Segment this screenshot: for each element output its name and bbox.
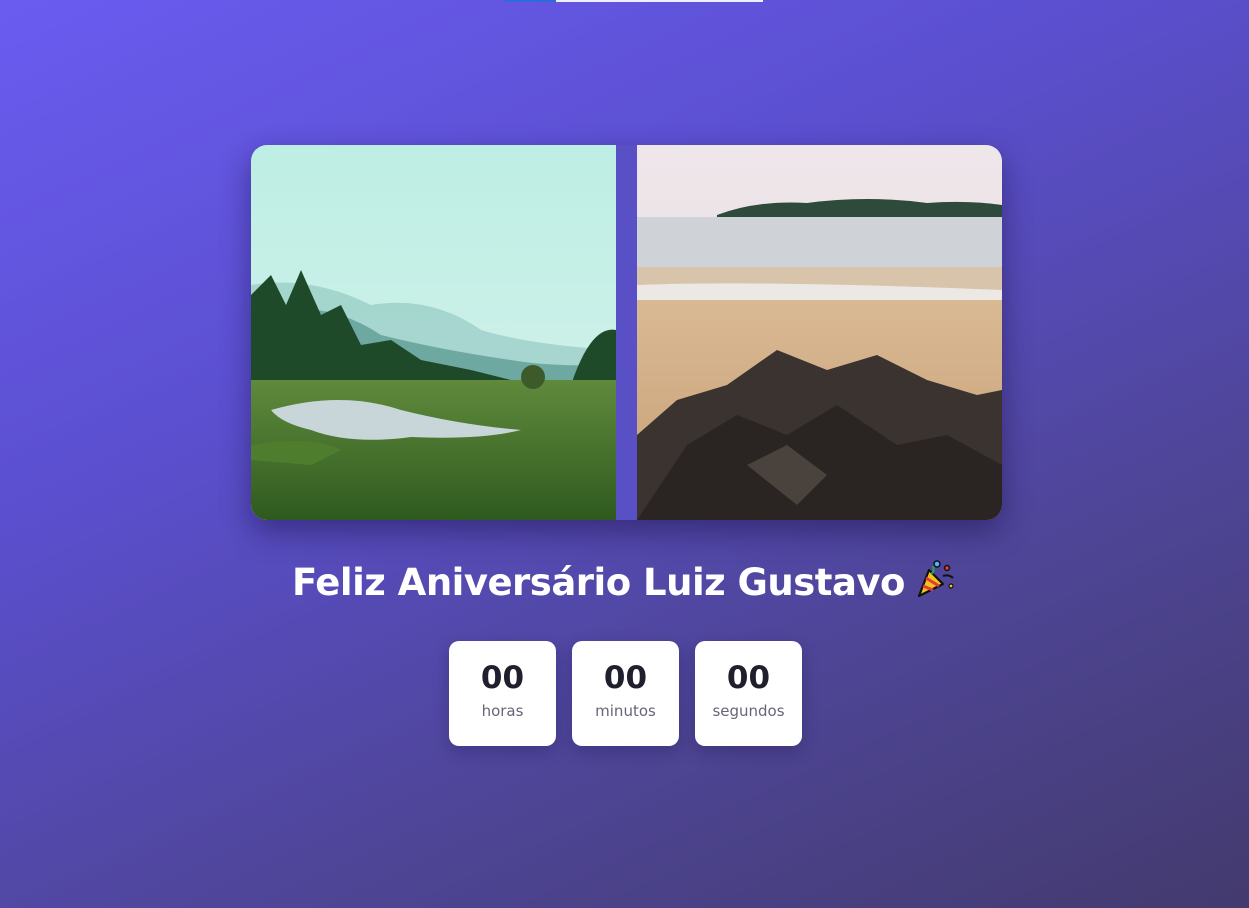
photo-gallery <box>251 145 1002 520</box>
countdown-seconds: 00 segundos <box>695 641 802 746</box>
progress-segment-track <box>556 0 763 2</box>
photo-divider <box>616 145 637 520</box>
headline-text: Feliz Aniversário Luiz Gustavo <box>292 561 905 604</box>
forest-river-photo <box>251 145 616 520</box>
minutes-label: minutos <box>595 702 656 720</box>
seconds-label: segundos <box>712 702 785 720</box>
hours-label: horas <box>481 702 524 720</box>
countdown-hours: 00 horas <box>449 641 556 746</box>
countdown-minutes: 00 minutos <box>572 641 679 746</box>
beach-rocks-photo <box>637 145 1002 520</box>
seconds-value: 00 <box>726 660 771 696</box>
top-progress-bar <box>505 0 763 2</box>
countdown-timer: 00 horas 00 minutos 00 segundos <box>449 641 802 746</box>
birthday-headline: Feliz Aniversário Luiz Gustavo <box>0 556 1249 613</box>
progress-segment-active <box>505 0 556 2</box>
hours-value: 00 <box>480 660 525 696</box>
party-popper-icon <box>913 556 957 613</box>
minutes-value: 00 <box>603 660 648 696</box>
